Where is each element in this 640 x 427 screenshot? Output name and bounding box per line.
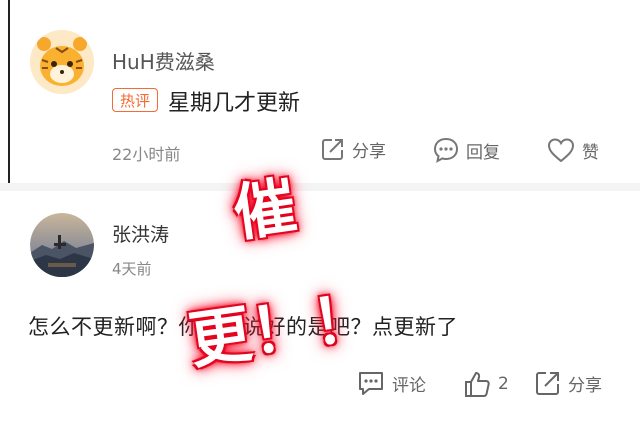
comment1-text: 星期几才更新: [168, 91, 301, 116]
landscape-avatar[interactable]: [30, 213, 94, 277]
comment1-like-label: 赞: [582, 142, 599, 163]
reply-bubble-icon: [433, 137, 459, 163]
share-arrow-icon: [536, 372, 559, 395]
comment1-time: 22小时前: [112, 145, 181, 164]
left-border: [8, 0, 10, 183]
comment2-time: 4天前: [112, 260, 152, 278]
comment1-reply-label: 回复: [466, 142, 500, 163]
comment2-like-count: 2: [498, 374, 509, 394]
hot-comment-badge: 热评: [112, 88, 158, 112]
heart-icon: [547, 138, 575, 163]
comment1-reply-button[interactable]: 回复: [432, 136, 500, 164]
sticker-text: 催更！！: [184, 169, 379, 378]
thumbs-up-icon: [465, 372, 490, 397]
comment2-share-label: 分享: [568, 375, 602, 396]
comment1-like-button[interactable]: 赞: [546, 136, 599, 164]
comment2-like-button[interactable]: 2: [462, 369, 509, 399]
tiger-avatar[interactable]: [30, 30, 94, 94]
comment1-username[interactable]: HuH费滋桑: [112, 46, 215, 75]
comment2-comment-label: 评论: [392, 375, 426, 396]
comment2-share-button[interactable]: 分享: [534, 369, 602, 397]
